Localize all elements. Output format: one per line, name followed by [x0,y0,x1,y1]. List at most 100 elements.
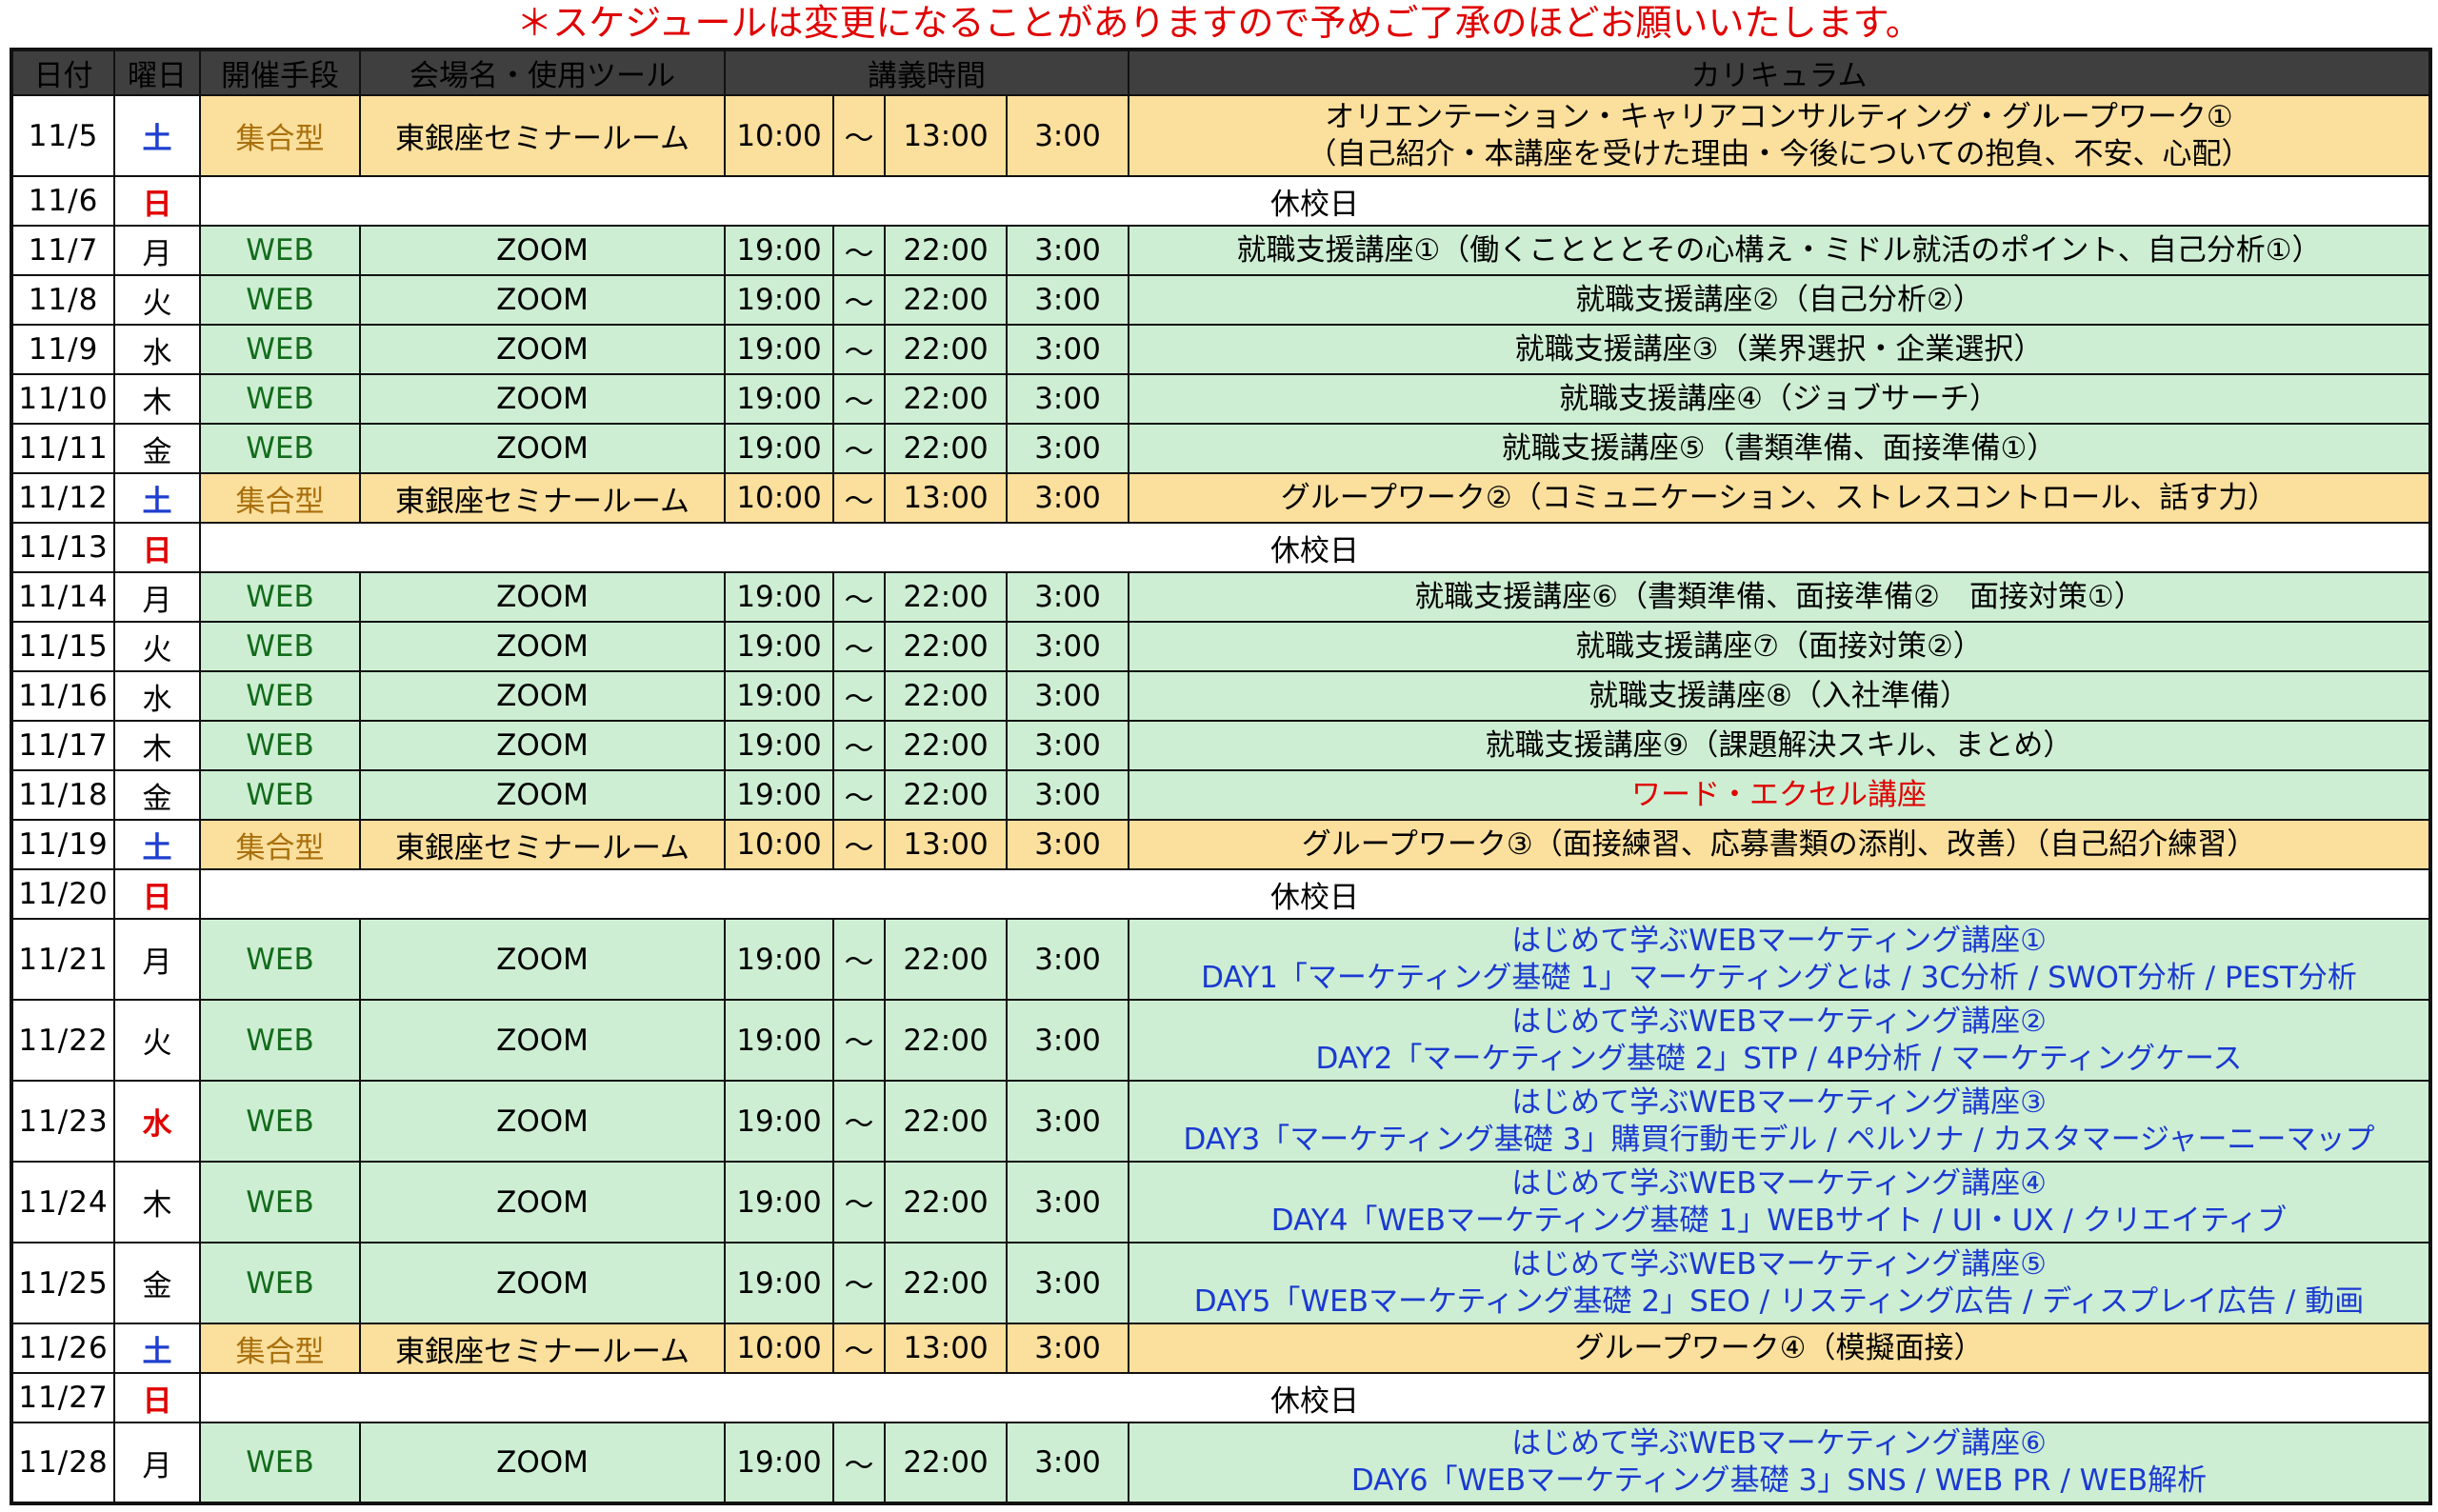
holiday-label: 休校日 [199,522,2431,573]
curriculum-cell: はじめて学ぶWEBマーケティング講座⑥ DAY6「WEBマーケティング基礎 3」S… [1128,1422,2431,1504]
date-cell: 11/28 [10,1422,115,1504]
curriculum-line-2: DAY4「WEBマーケティング基礎 1」WEBサイト / UI・UX / クリエ… [1270,1203,2288,1238]
curriculum-cell: 就職支援講座⑥（書類準備、面接準備② 面接対策①） [1128,571,2431,623]
end-time-cell: 22:00 [884,571,1008,623]
curriculum-line-1: 就職支援講座⑤（書類準備、面接準備①） [1501,430,2057,466]
weekday-cell: 日 [113,868,201,920]
venue-cell: ZOOM [359,571,726,623]
method-cell: WEB [199,571,361,623]
start-time-cell: 10:00 [724,819,834,870]
date-cell: 11/7 [10,225,115,276]
curriculum-cell: はじめて学ぶWEBマーケティング講座④ DAY4「WEBマーケティング基礎 1」W… [1128,1161,2431,1243]
holiday-label: 休校日 [199,175,2431,227]
date-cell: 11/27 [10,1372,115,1423]
curriculum-line-1: 就職支援講座③（業界選択・企業選択） [1514,331,2044,367]
curriculum-line-2: DAY6「WEBマーケティング基礎 3」SNS / WEB PR / WEB解析 [1350,1463,2208,1498]
end-time-cell: 13:00 [884,94,1008,177]
date-cell: 11/23 [10,1080,115,1163]
duration-cell: 3:00 [1006,819,1129,870]
end-time-cell: 22:00 [884,324,1008,375]
start-time-cell: 19:00 [724,225,834,276]
schedule-row: 11/5 土集合型 東銀座セミナールーム 10:00 ～ 13:00 3:00 オリエンテーシ… [10,94,2431,177]
weekday-cell: 土 [113,94,201,177]
schedule-row: 11/15 火 WEB ZOOM 19:00 ～ 22:00 3:00 就職支援講座⑦（面接対策… [10,621,2431,672]
schedule-row: 11/9 水 WEB ZOOM 19:00 ～ 22:00 3:00 就職支援講座③（業界選択・… [10,324,2431,375]
start-time-cell: 19:00 [724,999,834,1082]
curriculum-cell: オリエンテーション・キャリアコンサルティング・グループワーク① （自己紹介・本講座… [1128,94,2431,177]
venue-cell: ZOOM [359,274,726,326]
weekday-cell: 水 [113,1080,201,1163]
curriculum-line-1: はじめて学ぶWEBマーケティング講座② [1511,1004,2047,1039]
curriculum-line-2: DAY5「WEBマーケティング基礎 2」SEO / リスティング広告 / ディス… [1193,1283,2365,1319]
start-time-cell: 19:00 [724,324,834,375]
header-date: 日付 [10,49,115,96]
curriculum-line-1: 就職支援講座⑥（書類準備、面接準備② 面接対策①） [1414,579,2144,614]
end-time-cell: 22:00 [884,670,1008,722]
curriculum-cell: グループワーク②（コミュニケーション、ストレスコントロール、話す力） [1128,472,2431,524]
duration-cell: 3:00 [1006,918,1129,1001]
method-cell: WEB [199,918,361,1001]
date-cell: 11/19 [10,819,115,870]
duration-cell: 3:00 [1006,621,1129,672]
schedule-row: 11/8 火 WEB ZOOM 19:00 ～ 22:00 3:00 就職支援講座②（自己分析②… [10,274,2431,326]
weekday-cell: 土 [113,819,201,870]
curriculum-line-1: はじめて学ぶWEBマーケティング講座④ [1511,1165,2047,1201]
curriculum-line-1: 就職支援講座⑨（課題解決スキル、まとめ） [1485,727,2073,763]
curriculum-line-1: グループワーク③（面接練習、応募書類の添削、改善）（自己紹介練習） [1301,826,2257,862]
duration-cell: 3:00 [1006,472,1129,524]
venue-cell: ZOOM [359,918,726,1001]
curriculum-line-2: DAY2「マーケティング基礎 2」STP / 4P分析 / マーケティングケース [1315,1041,2243,1076]
venue-cell: 東銀座セミナールーム [359,819,726,870]
start-time-cell: 19:00 [724,423,834,474]
holiday-label: 休校日 [199,868,2431,920]
curriculum-cell: 就職支援講座②（自己分析②） [1128,274,2431,326]
time-separator: ～ [832,274,886,326]
time-separator: ～ [832,670,886,722]
date-cell: 11/17 [10,720,115,771]
method-cell: WEB [199,1161,361,1243]
start-time-cell: 10:00 [724,1323,834,1374]
curriculum-line-2: （自己紹介・本講座を受けた理由・今後についての抱負、不安、心配） [1307,136,2251,171]
curriculum-cell: はじめて学ぶWEBマーケティング講座⑤ DAY5「WEBマーケティング基礎 2」S… [1128,1242,2431,1324]
date-cell: 11/18 [10,769,115,821]
time-separator: ～ [832,373,886,425]
weekday-cell: 木 [113,1161,201,1243]
date-cell: 11/5 [10,94,115,177]
time-separator: ～ [832,423,886,474]
method-cell: WEB [199,720,361,771]
method-cell: WEB [199,1080,361,1163]
weekday-cell: 土 [113,1323,201,1374]
schedule-row: 11/24 木 WEB ZOOM 19:00 ～ 22:00 3:00 はじめて学ぶWEBマーケ… [10,1161,2431,1243]
curriculum-line-1: オリエンテーション・キャリアコンサルティング・グループワーク① [1325,99,2233,134]
date-cell: 11/11 [10,423,115,474]
schedule-row: 11/23 水 WEB ZOOM 19:00 ～ 22:00 3:00 はじめて学ぶWEBマーケ… [10,1080,2431,1163]
schedule-row: 11/12 土集合型 東銀座セミナールーム 10:00 ～ 13:00 3:00 グループワー… [10,472,2431,524]
time-separator: ～ [832,94,886,177]
end-time-cell: 22:00 [884,1242,1008,1324]
weekday-cell: 日 [113,1372,201,1423]
end-time-cell: 22:00 [884,621,1008,672]
curriculum-cell: グループワーク④（模擬面接） [1128,1323,2431,1374]
header-row: 日付 曜日 開催手段 会場名・使用ツール 講義時間 カリキュラム [10,49,2431,96]
weekday-cell: 水 [113,670,201,722]
venue-cell: 東銀座セミナールーム [359,1323,726,1374]
method-cell: WEB [199,274,361,326]
curriculum-cell: はじめて学ぶWEBマーケティング講座② DAY2「マーケティング基礎 2」STP … [1128,999,2431,1082]
holiday-row: 11/6 日休校日 [10,175,2431,227]
end-time-cell: 22:00 [884,999,1008,1082]
curriculum-line-1: ワード・エクセル講座 [1631,777,1927,812]
venue-cell: ZOOM [359,670,726,722]
date-cell: 11/24 [10,1161,115,1243]
method-cell: WEB [199,1242,361,1324]
venue-cell: 東銀座セミナールーム [359,94,726,177]
method-cell: WEB [199,373,361,425]
method-cell: WEB [199,621,361,672]
end-time-cell: 22:00 [884,373,1008,425]
end-time-cell: 22:00 [884,720,1008,771]
venue-cell: ZOOM [359,1161,726,1243]
curriculum-line-1: 就職支援講座②（自己分析②） [1575,282,1983,317]
start-time-cell: 19:00 [724,274,834,326]
weekday-cell: 月 [113,1422,201,1504]
schedule-row: 11/22 火 WEB ZOOM 19:00 ～ 22:00 3:00 はじめて学ぶWEBマーケ… [10,999,2431,1082]
method-cell: 集合型 [199,472,361,524]
